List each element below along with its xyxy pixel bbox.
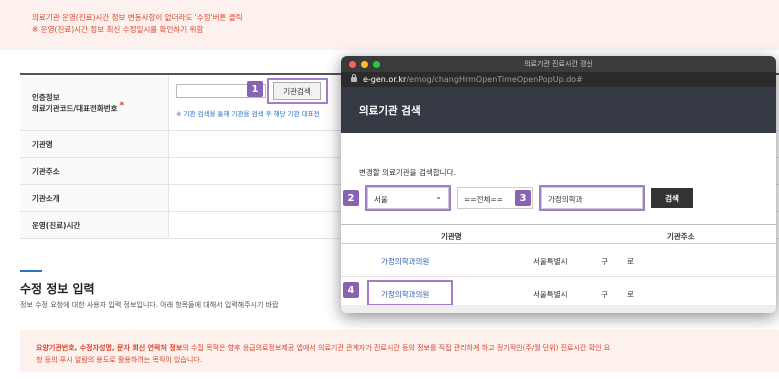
results-header: 기관명 기관주소 xyxy=(341,224,776,244)
popup-search-button[interactable]: 검색 xyxy=(651,188,693,208)
notice-rest: 의 수집 목적은 향후 응급의료정보제공 앱에서 의료기관 관계자가 진료시간 … xyxy=(182,344,611,352)
result-gu: 구 xyxy=(601,290,608,299)
region-select[interactable]: 서울 ⌄ xyxy=(367,187,449,209)
hospital-name-input[interactable]: 가정의학과 xyxy=(541,187,643,209)
result-ro: 로 xyxy=(627,290,634,299)
step-marker-2: 2 xyxy=(343,190,359,206)
search-popup-window: 의료기관 진료시간 갱신 e-gen.or.kr/emog/changHrmOp… xyxy=(341,56,776,313)
popup-description: 변경할 의료기관을 검색합니다. xyxy=(359,168,456,177)
notice-bold: 요양기관번호, 수정자성명, 문자 회신 연락처 정보 xyxy=(36,344,183,352)
top-notice: 의료기관 운영(진료)시간 정보 변동사항이 없더라도 '수정'버튼 클릭 ※ … xyxy=(0,0,779,50)
hospital-search-button[interactable]: 기관검색 xyxy=(273,82,321,100)
bottom-notice-line1: 요양기관번호, 수정자성명, 문자 회신 연락처 정보의 수집 목적은 향후 응… xyxy=(36,342,779,354)
result-city: 서울특별시 xyxy=(533,290,568,299)
notice-line-1: 의료기관 운영(진료)시간 정보 변동사항이 없더라도 '수정'버튼 클릭 xyxy=(32,13,243,22)
col-name: 기관명 xyxy=(441,232,462,241)
auth-label: 인증정보 의료기관코드/대표전화번호 * xyxy=(20,75,168,130)
table-row[interactable]: 가정의학과의원 서울특별시 구 로 xyxy=(341,244,776,277)
popup-titlebar: 의료기관 진료시간 갱신 xyxy=(341,56,776,72)
required-mark: * xyxy=(119,100,125,111)
section-accent-bar xyxy=(20,270,42,272)
result-gu: 구 xyxy=(601,257,608,266)
row-label-address: 기관주소 xyxy=(20,158,168,184)
result-city: 서울특별시 xyxy=(533,257,568,266)
popup-url-bar: e-gen.or.kr/emog/changHrmOpenTimeOpenPop… xyxy=(341,72,776,87)
region-select-value: 서울 xyxy=(374,195,388,204)
result-name-link[interactable]: 가정의학과의원 xyxy=(381,256,429,267)
section-title: 수정 정보 입력 xyxy=(20,282,95,296)
step-marker-3: 3 xyxy=(515,190,531,206)
chevron-down-icon: ⌄ xyxy=(435,192,442,201)
section-description: 정보 수정 요청에 대한 사용자 입력 정보입니다. 아래 항목들에 대해서 입… xyxy=(20,301,279,309)
col-address: 기관주소 xyxy=(667,232,695,241)
search-hint: ※ 기관 검색을 통해 기관을 검색 후 해당 기관 대표전 xyxy=(176,110,320,118)
url-path: /emog/changHrmOpenTimeOpenPopUp.do# xyxy=(406,75,583,84)
step-marker-1: 1 xyxy=(247,81,263,97)
step-marker-4: 4 xyxy=(343,282,359,298)
notice-line-2: ※ 운영(진료)시간 정보 최신 수정일시를 확인하기 위함 xyxy=(32,25,204,34)
popup-heading: 의료기관 검색 xyxy=(341,87,776,133)
popup-footer xyxy=(341,305,776,313)
results-table: 기관명 기관주소 가정의학과의원 서울특별시 구 로 가정의학과의원 서울특별시… xyxy=(341,224,776,310)
row-label-hours: 운영(진료)시간 xyxy=(20,212,168,238)
bottom-notice-line2: 청 등의 푸시 알람의 용도로 활용하려는 목적이 있습니다. xyxy=(36,356,202,364)
row-label-name: 기관명 xyxy=(20,131,168,157)
auth-label-line1: 인증정보 xyxy=(32,92,60,102)
row-label-intro: 기관소개 xyxy=(20,185,168,211)
url-host: e-gen.or.kr xyxy=(363,75,407,84)
result-ro: 로 xyxy=(627,257,634,266)
auth-label-line2: 의료기관코드/대표전화번호 * xyxy=(32,100,168,114)
popup-window-title: 의료기관 진료시간 갱신 xyxy=(524,60,593,68)
result-name-link[interactable]: 가정의학과의원 xyxy=(381,289,429,300)
lock-icon xyxy=(351,74,357,82)
auth-label-code: 의료기관코드/대표전화번호 xyxy=(32,103,118,113)
bottom-notice: 요양기관번호, 수정자성명, 문자 회신 연락처 정보의 수집 목적은 향후 응… xyxy=(20,330,779,372)
